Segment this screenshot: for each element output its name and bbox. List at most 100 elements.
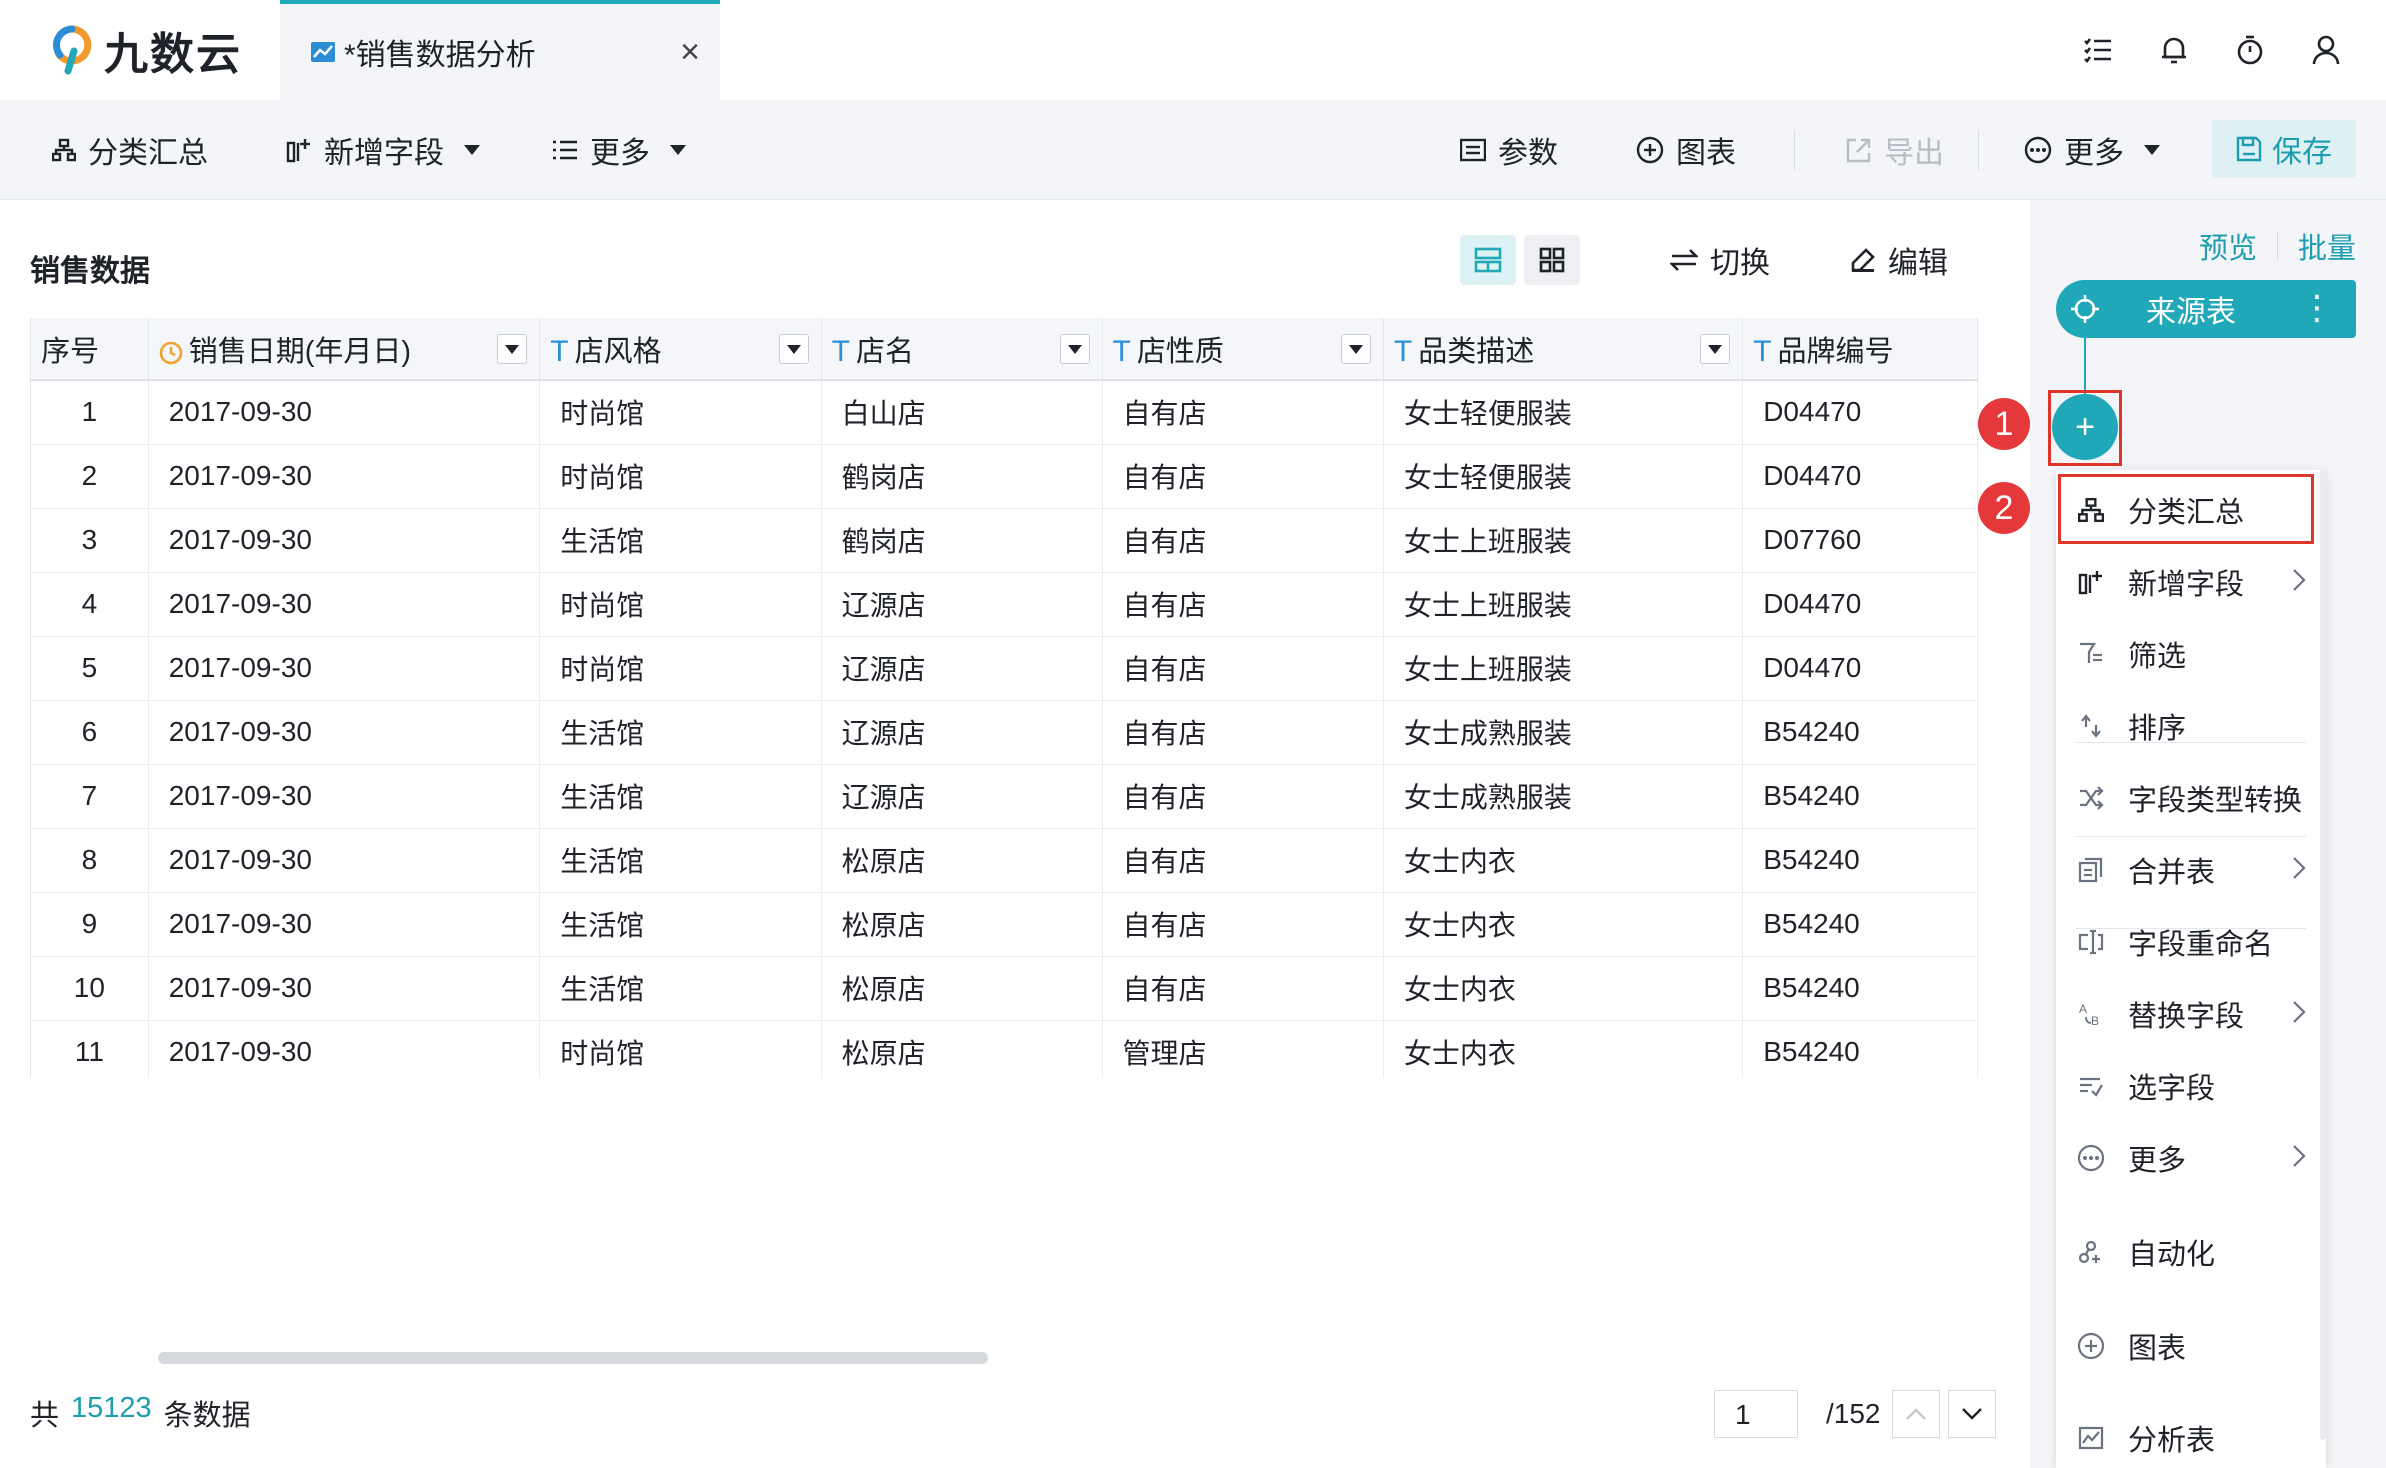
table-cell[interactable]: 2 <box>31 444 149 509</box>
table-cell[interactable]: B54240 <box>1742 892 1978 957</box>
user-icon[interactable] <box>2306 30 2346 70</box>
table-cell[interactable]: 2017-09-30 <box>148 508 541 573</box>
table-cell[interactable]: D04470 <box>1742 572 1978 637</box>
table-cell[interactable]: 自有店 <box>1102 572 1384 637</box>
group-summary-button[interactable]: 分类汇总 <box>52 122 208 178</box>
task-list-icon[interactable] <box>2078 30 2118 70</box>
table-cell[interactable]: 生活馆 <box>539 892 822 957</box>
next-page-button[interactable] <box>1948 1390 1996 1438</box>
table-cell[interactable]: 2017-09-30 <box>148 380 541 445</box>
menu-item-select-fields[interactable]: 选字段 <box>2056 1056 2326 1116</box>
table-cell[interactable]: 自有店 <box>1102 636 1384 701</box>
column-dropdown-button[interactable] <box>497 334 528 364</box>
menu-item-analysis[interactable]: 分析表 <box>2056 1408 2326 1468</box>
table-cell[interactable]: 4 <box>31 572 149 637</box>
save-button[interactable]: 保存 <box>2212 120 2356 178</box>
table-cell[interactable]: 女士内衣 <box>1383 1020 1744 1078</box>
table-cell[interactable]: 2017-09-30 <box>148 764 541 829</box>
table-cell[interactable]: 自有店 <box>1102 444 1384 509</box>
horizontal-scrollbar[interactable] <box>158 1352 988 1364</box>
table-cell[interactable]: 女士上班服装 <box>1383 572 1744 637</box>
column-header-date[interactable]: 销售日期(年月日) <box>148 318 541 381</box>
column-header-brand[interactable]: T 品牌编号 <box>1742 318 1978 381</box>
grid-view-button[interactable] <box>1524 235 1580 285</box>
table-cell[interactable]: 松原店 <box>821 1020 1103 1078</box>
table-cell[interactable]: D04470 <box>1742 636 1978 701</box>
menu-item-convert[interactable]: 字段类型转换 <box>2056 768 2326 828</box>
menu-item-rename[interactable]: 字段重命名 <box>2056 912 2326 972</box>
table-cell[interactable]: 女士内衣 <box>1383 828 1744 893</box>
table-cell[interactable]: 时尚馆 <box>539 1020 822 1078</box>
menu-item-sort[interactable]: 排序 <box>2056 696 2326 756</box>
column-header-store[interactable]: T 店名 <box>821 318 1103 381</box>
table-cell[interactable]: B54240 <box>1742 956 1978 1021</box>
table-cell[interactable]: 自有店 <box>1102 892 1384 957</box>
table-cell[interactable]: 鹤岗店 <box>821 508 1103 573</box>
table-cell[interactable]: 11 <box>31 1020 149 1078</box>
table-view-button[interactable] <box>1460 235 1516 285</box>
column-header-category[interactable]: T 品类描述 <box>1383 318 1744 381</box>
column-dropdown-button[interactable] <box>1059 334 1090 364</box>
preview-link[interactable]: 预览 <box>2199 225 2257 267</box>
table-cell[interactable]: 女士轻便服装 <box>1383 444 1744 509</box>
table-cell[interactable]: 管理店 <box>1102 1020 1384 1078</box>
switch-button[interactable]: 切换 <box>1670 238 1770 282</box>
add-field-button[interactable]: 新增字段 <box>286 122 480 178</box>
table-cell[interactable]: 生活馆 <box>539 956 822 1021</box>
table-cell[interactable]: 时尚馆 <box>539 444 822 509</box>
table-cell[interactable]: 9 <box>31 892 149 957</box>
column-dropdown-button[interactable] <box>1700 334 1731 364</box>
column-dropdown-button[interactable] <box>778 334 809 364</box>
table-cell[interactable]: 2017-09-30 <box>148 956 541 1021</box>
table-cell[interactable]: 3 <box>31 508 149 573</box>
table-cell[interactable]: 10 <box>31 956 149 1021</box>
table-cell[interactable]: 1 <box>31 380 149 445</box>
table-cell[interactable]: 2017-09-30 <box>148 636 541 701</box>
table-cell[interactable]: 女士成熟服装 <box>1383 764 1744 829</box>
menu-item-chart[interactable]: 图表 <box>2056 1316 2326 1376</box>
table-cell[interactable]: 女士上班服装 <box>1383 508 1744 573</box>
table-cell[interactable]: 辽源店 <box>821 572 1103 637</box>
table-cell[interactable]: 自有店 <box>1102 956 1384 1021</box>
table-cell[interactable]: 自有店 <box>1102 700 1384 765</box>
table-cell[interactable]: B54240 <box>1742 764 1978 829</box>
table-cell[interactable]: 8 <box>31 828 149 893</box>
table-cell[interactable]: 7 <box>31 764 149 829</box>
menu-item-automation[interactable]: 自动化 <box>2056 1222 2326 1282</box>
table-cell[interactable]: 自有店 <box>1102 508 1384 573</box>
table-cell[interactable]: 鹤岗店 <box>821 444 1103 509</box>
table-cell[interactable]: 生活馆 <box>539 700 822 765</box>
table-cell[interactable]: 辽源店 <box>821 764 1103 829</box>
export-button[interactable]: 导出 <box>1846 122 1944 178</box>
table-cell[interactable]: 自有店 <box>1102 764 1384 829</box>
table-cell[interactable]: D04470 <box>1742 380 1978 445</box>
table-cell[interactable]: D04470 <box>1742 444 1978 509</box>
table-cell[interactable]: 女士轻便服装 <box>1383 380 1744 445</box>
more-right-button[interactable]: 更多 <box>2024 122 2160 178</box>
table-cell[interactable]: 生活馆 <box>539 828 822 893</box>
menu-item-add-field[interactable]: 新增字段 <box>2056 552 2326 612</box>
table-cell[interactable]: B54240 <box>1742 700 1978 765</box>
table-cell[interactable]: 生活馆 <box>539 508 822 573</box>
table-cell[interactable]: 2017-09-30 <box>148 828 541 893</box>
page-number-input[interactable]: 1 <box>1714 1390 1798 1438</box>
menu-item-merge[interactable]: 合并表 <box>2056 840 2326 900</box>
table-cell[interactable]: 女士内衣 <box>1383 956 1744 1021</box>
timer-icon[interactable] <box>2230 30 2270 70</box>
bell-icon[interactable] <box>2154 30 2194 70</box>
table-cell[interactable]: 生活馆 <box>539 764 822 829</box>
column-header-store-type[interactable]: T 店性质 <box>1102 318 1384 381</box>
table-cell[interactable]: 2017-09-30 <box>148 572 541 637</box>
column-header-style[interactable]: T 店风格 <box>539 318 822 381</box>
close-tab-icon[interactable]: × <box>680 34 700 70</box>
table-cell[interactable]: B54240 <box>1742 1020 1978 1078</box>
batch-link[interactable]: 批量 <box>2298 225 2356 267</box>
table-cell[interactable]: 6 <box>31 700 149 765</box>
more-left-button[interactable]: 更多 <box>552 122 686 178</box>
table-cell[interactable]: 自有店 <box>1102 380 1384 445</box>
table-cell[interactable]: 女士成熟服装 <box>1383 700 1744 765</box>
table-cell[interactable]: 时尚馆 <box>539 380 822 445</box>
menu-item-filter[interactable]: 筛选 <box>2056 624 2326 684</box>
table-cell[interactable]: 辽源店 <box>821 636 1103 701</box>
table-cell[interactable]: 女士内衣 <box>1383 892 1744 957</box>
